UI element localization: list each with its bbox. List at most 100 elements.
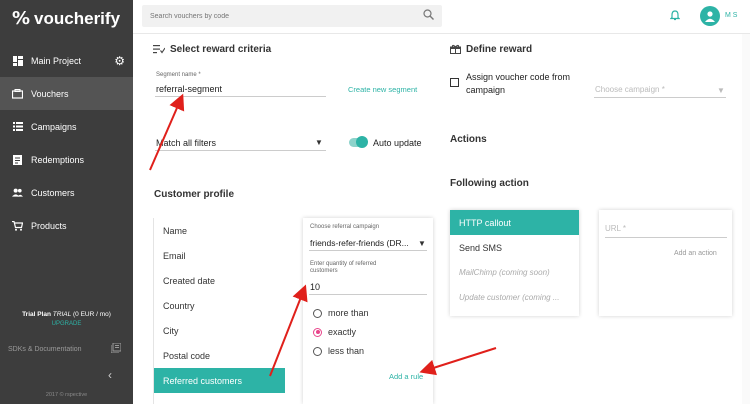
brand-name: voucherify [34, 8, 121, 28]
cart-icon [12, 220, 23, 231]
sidebar: % voucherify Main Project ⚙ Vouchers Cam… [0, 0, 133, 404]
search-icon[interactable] [423, 9, 434, 23]
list-item-referred-customers[interactable]: Referred customers [154, 368, 285, 393]
add-action-link[interactable]: Add an action [674, 250, 717, 257]
referral-campaign-select[interactable]: friends-refer-friends (DR... [310, 238, 409, 248]
sdk-label: SDKs & Documentation [8, 345, 82, 353]
caret-down-icon[interactable]: ▼ [717, 86, 725, 95]
sdk-documentation-link[interactable]: SDKs & Documentation [0, 340, 133, 358]
sidebar-item-label: Main Project [31, 55, 82, 66]
action-send-sms[interactable]: Send SMS [450, 235, 579, 260]
library-books-icon [110, 342, 122, 355]
campaigns-icon [12, 121, 23, 132]
auto-update-toggle[interactable] [349, 136, 368, 148]
sidebar-item-label: Products [31, 220, 67, 231]
segment-name-label: Segment name * [156, 72, 201, 78]
logo-mark: % [12, 8, 31, 29]
search-box [142, 5, 442, 27]
caret-down-icon[interactable]: ▼ [418, 239, 426, 248]
scrollbar[interactable] [742, 34, 750, 404]
brand-logo[interactable]: % voucherify [12, 8, 120, 29]
assign-voucher-checkbox[interactable] [450, 78, 459, 87]
plan-prefix: Trial Plan [22, 311, 51, 318]
plan-status: TRIAL [52, 311, 72, 318]
following-action-title: Following action [450, 178, 529, 189]
sidebar-item-customers[interactable]: Customers [0, 176, 133, 209]
dashboard-icon [12, 55, 23, 66]
add-rule-link[interactable]: Add a rule [389, 372, 423, 381]
gift-icon [450, 44, 461, 56]
referral-campaign-label: Choose referral campaign [310, 224, 380, 230]
sidebar-item-main-project[interactable]: Main Project ⚙ [0, 44, 133, 77]
list-item-postal-code[interactable]: Postal code [154, 343, 285, 368]
redemptions-icon [12, 154, 23, 165]
action-update-customer: Update customer (coming ... [459, 293, 560, 302]
caret-down-icon[interactable]: ▼ [315, 138, 323, 147]
vouchers-icon [12, 88, 23, 99]
main-content: Select reward criteria Segment name * re… [133, 34, 750, 404]
radio-label: exactly [328, 327, 357, 337]
sidebar-item-products[interactable]: Products [0, 209, 133, 242]
following-action-list: HTTP callout Send SMS MailChimp (coming … [450, 210, 579, 316]
sidebar-item-redemptions[interactable]: Redemptions [0, 143, 133, 176]
sidebar-nav: Main Project ⚙ Vouchers Campaigns Redemp… [0, 44, 133, 242]
sidebar-item-label: Customers [31, 187, 75, 198]
quantity-underline [309, 294, 427, 295]
quantity-input[interactable]: 10 [310, 282, 320, 292]
segment-name-input[interactable]: referral-segment [156, 84, 222, 94]
action-mailchimp: MailChimp (coming soon) [459, 268, 550, 277]
url-card: URL * Add an action [599, 210, 732, 316]
campaign-select[interactable]: Choose campaign * [595, 85, 665, 94]
avatar[interactable] [700, 6, 720, 26]
filter-list-icon [153, 45, 166, 56]
plan-price: (0 EUR / mo) [73, 311, 111, 318]
radio-circle [313, 308, 322, 318]
plan-info: Trial Plan TRIAL (0 EUR / mo) UPGRADE [0, 311, 133, 327]
topbar: M S [133, 0, 750, 34]
action-http-callout[interactable]: HTTP callout [450, 210, 579, 235]
sidebar-item-campaigns[interactable]: Campaigns [0, 110, 133, 143]
search-input[interactable] [150, 12, 423, 20]
copyright: 2017 © rspective [45, 392, 88, 398]
url-input[interactable]: URL * [605, 224, 626, 233]
auto-update-label: Auto update [373, 138, 422, 148]
reward-criteria-title: Select reward criteria [170, 44, 272, 55]
define-reward-title: Define reward [466, 44, 533, 55]
url-underline [605, 237, 727, 238]
quantity-label-line2: customers [310, 268, 338, 274]
assign-label-line2: campaign [466, 85, 506, 95]
list-item-name[interactable]: Name [154, 218, 285, 243]
radio-circle-selected [313, 327, 322, 337]
quantity-label-line1: Enter quantity of referred [310, 261, 377, 267]
customers-icon [12, 187, 23, 198]
sidebar-item-label: Redemptions [31, 154, 85, 165]
sidebar-item-label: Campaigns [31, 121, 77, 132]
campaign-underline [594, 97, 726, 98]
radio-label: less than [328, 346, 365, 356]
segment-name-underline [155, 96, 326, 97]
radio-exactly[interactable]: exactly [313, 327, 356, 337]
radio-less-than[interactable]: less than [313, 346, 364, 356]
customer-profile-list: Name Email Created date Country City Pos… [153, 218, 285, 404]
list-item-city[interactable]: City [154, 318, 285, 343]
actions-title: Actions [450, 134, 487, 145]
radio-circle [313, 346, 322, 356]
upgrade-link[interactable]: UPGRADE [0, 321, 133, 327]
sidebar-item-label: Vouchers [31, 88, 69, 99]
radio-more-than[interactable]: more than [313, 308, 369, 318]
referral-rule-card: Choose referral campaign friends-refer-f… [303, 218, 433, 404]
bell-icon[interactable] [669, 10, 681, 24]
match-filter-underline [155, 150, 326, 151]
create-segment-link[interactable]: Create new segment [348, 85, 417, 94]
sidebar-item-vouchers[interactable]: Vouchers [0, 77, 133, 110]
list-item-created-date[interactable]: Created date [154, 268, 285, 293]
referral-campaign-underline [309, 250, 427, 251]
radio-label: more than [328, 308, 369, 318]
list-item-email[interactable]: Email [154, 243, 285, 268]
gear-icon[interactable]: ⚙ [114, 54, 125, 68]
match-filter-select[interactable]: Match all filters [156, 138, 216, 148]
user-initials[interactable]: M S [725, 12, 737, 19]
chevron-left-icon[interactable]: ‹ [108, 368, 112, 382]
customer-profile-title: Customer profile [154, 189, 235, 200]
list-item-country[interactable]: Country [154, 293, 285, 318]
